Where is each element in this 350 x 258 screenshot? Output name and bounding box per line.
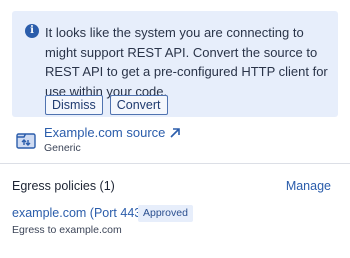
source-database-icon bbox=[16, 133, 36, 149]
banner-actions: Dismiss Convert bbox=[45, 95, 168, 115]
arrow-up-right-icon bbox=[170, 127, 181, 138]
source-link[interactable]: Example.com source bbox=[44, 124, 181, 141]
status-badge: Approved bbox=[138, 205, 193, 222]
data-source-panel: i It looks like the system you are conne… bbox=[0, 0, 350, 258]
info-icon: i bbox=[25, 24, 39, 38]
egress-policy-description: Egress to example.com bbox=[12, 224, 122, 236]
egress-policy-row: example.com (Port 443) Approved Egress t… bbox=[12, 205, 338, 237]
source-type: Generic bbox=[44, 142, 81, 154]
source-item: Example.com source Generic bbox=[12, 123, 338, 155]
source-name: Example.com source bbox=[44, 125, 166, 140]
egress-policies-heading: Egress policies (1) bbox=[12, 179, 115, 193]
egress-policy-name[interactable]: example.com (Port 443) bbox=[12, 206, 145, 221]
banner-message: It looks like the system you are connect… bbox=[45, 25, 328, 99]
rest-api-suggestion-banner: i It looks like the system you are conne… bbox=[12, 11, 338, 117]
section-divider bbox=[0, 163, 350, 164]
convert-button[interactable]: Convert bbox=[109, 95, 168, 115]
manage-egress-link[interactable]: Manage bbox=[286, 179, 331, 194]
dismiss-button[interactable]: Dismiss bbox=[45, 95, 103, 115]
